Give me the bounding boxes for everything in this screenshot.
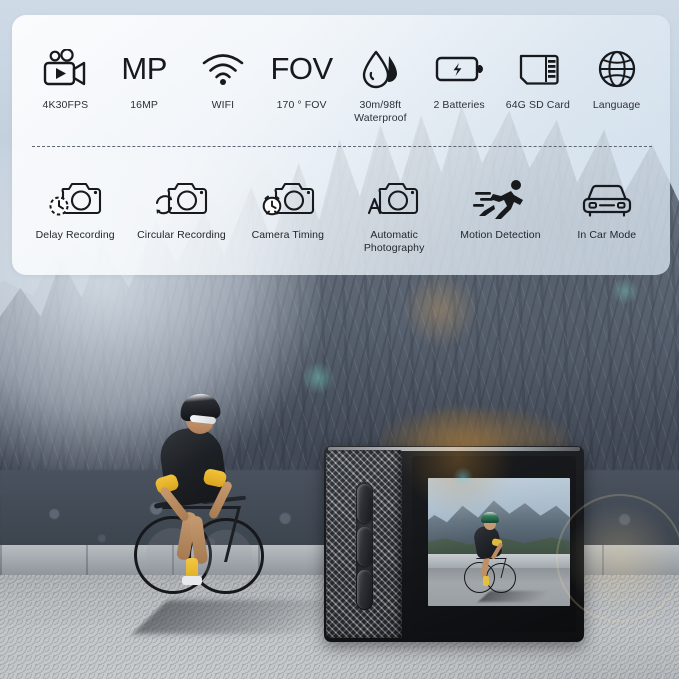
sd-card-icon xyxy=(517,45,559,93)
globe-icon xyxy=(597,45,637,93)
feature-label: WIFI xyxy=(211,99,235,111)
section-divider xyxy=(32,146,652,147)
feature-label: Motion Detection xyxy=(460,229,541,241)
feature-motion-detection: Motion Detection xyxy=(447,175,553,242)
camera-alarm-icon xyxy=(260,175,316,223)
feature-label: Language xyxy=(592,99,641,111)
specs-row: 4K30FPS MP 16MP WIFI FOV 170 ° FOV 30m/9… xyxy=(12,45,670,133)
cyclist-shoe xyxy=(182,576,202,585)
feature-in-car-mode: In Car Mode xyxy=(554,175,660,242)
feature-label: 16MP xyxy=(130,99,159,111)
feature-label: Camera Timing xyxy=(251,229,325,241)
feature-label: 170 ° FOV xyxy=(276,99,327,111)
water-drop-icon xyxy=(360,45,400,93)
feature-circular-recording: Circular Recording xyxy=(128,175,234,242)
feature-label: Automatic Photography xyxy=(363,229,425,254)
camera-loop-icon xyxy=(153,175,209,223)
feature-label: Circular Recording xyxy=(137,229,226,241)
running-person-icon xyxy=(473,175,527,223)
megapixel-text-icon: MP xyxy=(121,51,167,86)
feature-wifi: WIFI xyxy=(184,45,263,112)
feature-label: 64G SD Card xyxy=(505,99,570,111)
camera-clock-icon xyxy=(47,175,103,223)
cyclist xyxy=(132,366,272,626)
camera-lcd-screen xyxy=(428,478,570,606)
video-camera-icon xyxy=(42,45,88,93)
wifi-icon xyxy=(201,45,245,93)
feature-4k30fps: 4K30FPS xyxy=(26,45,105,112)
fov-text-icon: FOV xyxy=(270,51,334,86)
feature-sd-card: 64G SD Card xyxy=(499,45,578,112)
camera-button-top[interactable] xyxy=(357,484,372,523)
camera-button-middle[interactable] xyxy=(357,527,372,566)
feature-fov: FOV 170 ° FOV xyxy=(262,45,341,112)
feature-label: In Car Mode xyxy=(577,229,637,241)
feature-language: Language xyxy=(577,45,656,112)
feature-label: 30m/98ft Waterproof xyxy=(354,99,407,124)
feature-automatic-photography: Automatic Photography xyxy=(341,175,447,255)
feature-panel: 4K30FPS MP 16MP WIFI FOV 170 ° FOV 30m/9… xyxy=(12,15,670,275)
feature-label: Delay Recording xyxy=(35,229,115,241)
feature-label: 4K30FPS xyxy=(42,99,89,111)
feature-waterproof: 30m/98ft Waterproof xyxy=(341,45,420,125)
feature-camera-timing: Camera Timing xyxy=(235,175,341,242)
camera-button-bottom[interactable] xyxy=(357,570,372,609)
preview-cyclist-sock xyxy=(483,576,489,586)
battery-icon xyxy=(435,45,484,93)
preview-cyclist-helmet xyxy=(481,512,499,523)
modes-row: Delay Recording Circular Recording Camer… xyxy=(12,175,670,263)
preview-cyclist xyxy=(462,506,522,598)
screenshot-root: 4K30FPS MP 16MP WIFI FOV 170 ° FOV 30m/9… xyxy=(0,0,679,679)
car-icon xyxy=(580,175,634,223)
feature-16mp: MP 16MP xyxy=(105,45,184,112)
feature-label: 2 Batteries xyxy=(433,99,485,111)
feature-delay-recording: Delay Recording xyxy=(22,175,128,242)
feature-batteries: 2 Batteries xyxy=(420,45,499,112)
action-camera-device xyxy=(324,446,584,642)
camera-auto-icon xyxy=(366,175,422,223)
